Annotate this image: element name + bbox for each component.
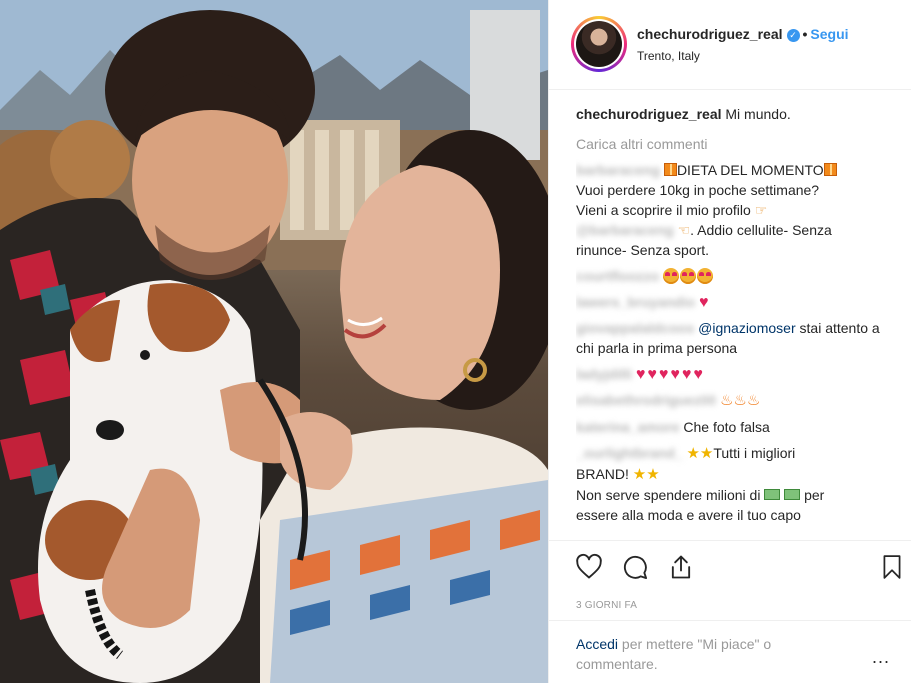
- comment-icon[interactable]: [621, 553, 649, 581]
- gift-emoji-icon: [823, 163, 837, 176]
- caption-text: Mi mundo.: [725, 106, 791, 122]
- bookmark-icon[interactable]: [879, 553, 905, 581]
- post-photo-illustration: [0, 0, 548, 683]
- comment-username[interactable]: elisabethrodriguez00: [576, 392, 716, 408]
- comment-text: Che foto falsa: [683, 419, 770, 435]
- comment-username[interactable]: giovappalaldcoos: [576, 320, 694, 336]
- fire-emoji-icon: ♨: [746, 392, 761, 409]
- comment-username[interactable]: courtfloozzo: [576, 268, 659, 284]
- login-link[interactable]: Accedi: [576, 636, 618, 652]
- heart-icon[interactable]: [575, 553, 603, 581]
- comment-mention[interactable]: @barbaraceng: [576, 222, 674, 238]
- heart-eyes-emoji-icon: [663, 268, 680, 284]
- heart-eyes-emoji-icon: [697, 268, 714, 284]
- comment-item: _ourlightbrand_ ★★Tutti i migliori BRAND…: [576, 443, 891, 525]
- heart-emoji-icon: ♥: [670, 366, 680, 383]
- comments-list[interactable]: chechurodriguez_real Mi mundo. Carica al…: [576, 104, 891, 540]
- heart-emoji-icon: ♥: [647, 366, 657, 383]
- comment-text: Vieni a scoprire il mio profilo: [576, 202, 751, 218]
- follow-button[interactable]: Segui: [810, 26, 848, 42]
- comment-mention[interactable]: @ignaziomoser: [698, 320, 795, 336]
- comment-item: katerina_amore Che foto falsa: [576, 417, 891, 437]
- comment-username[interactable]: _ourlightbrand_: [576, 445, 683, 461]
- comment-text: Tutti i migliori: [713, 445, 796, 461]
- fire-emoji-icon: ♨: [733, 392, 747, 409]
- post-photo[interactable]: [0, 0, 548, 683]
- comment-text: Vuoi perdere 10kg in poche settimane?: [576, 182, 820, 198]
- heart-emoji-icon: ♥: [681, 366, 692, 383]
- caption-username[interactable]: chechurodriguez_real: [576, 106, 722, 122]
- comment-item: giovappalaldcoos @ignaziomoser stai atte…: [576, 318, 891, 358]
- money-emoji-icon: [784, 489, 801, 500]
- comment-text: essere alla moda e avere il tuo capo: [576, 507, 801, 523]
- share-icon[interactable]: [667, 553, 695, 581]
- fire-emoji-icon: ♨: [719, 392, 734, 409]
- comment-text: BRAND!: [576, 466, 629, 482]
- post-location[interactable]: Trento, Italy: [637, 49, 700, 63]
- post-date[interactable]: 3 GIORNI FA: [576, 600, 637, 611]
- avatar[interactable]: [571, 16, 627, 72]
- avatar-image: [576, 21, 622, 67]
- comment-item: barbaraceng DIETA DEL MOMENTO Vuoi perde…: [576, 160, 891, 260]
- separator-dot: •: [802, 26, 808, 42]
- login-prompt: Accedi per mettere "Mi piace" o commenta…: [576, 634, 836, 674]
- author-username[interactable]: chechurodriguez_real: [637, 26, 783, 42]
- post-header: chechurodriguez_real ✓ • Segui Trento, Ital…: [549, 0, 911, 90]
- comment-item: ladyjdilli ♥ ♥ ♥ ♥ ♥ ♥: [576, 364, 891, 384]
- comment-text: per: [804, 487, 825, 503]
- avatar-frame: [574, 19, 624, 69]
- post-author-row: chechurodriguez_real ✓ • Segui: [637, 26, 849, 42]
- money-emoji-icon: [764, 489, 781, 500]
- login-prompt-bar: Accedi per mettere "Mi piace" o commenta…: [549, 620, 911, 683]
- comment-item: lawers_bruyandio ♥: [576, 292, 891, 312]
- heart-emoji-icon: ♥: [658, 366, 669, 383]
- comment-username[interactable]: ladyjdilli: [576, 366, 632, 382]
- star-emoji-icon: ★: [699, 445, 714, 462]
- pointing-hand-emoji-icon: ☞: [754, 202, 768, 218]
- comment-username[interactable]: barbaraceng: [576, 162, 660, 178]
- verified-badge-icon: ✓: [786, 29, 800, 42]
- star-emoji-icon: ★: [632, 466, 647, 483]
- comment-item: courtfloozzo: [576, 266, 891, 286]
- comment-text: . Addio cellulite- Senza: [690, 222, 832, 238]
- star-emoji-icon: ★: [646, 466, 660, 483]
- comment-text: Non serve spendere milioni di: [576, 487, 761, 503]
- comment-username[interactable]: katerina_amore: [576, 419, 680, 435]
- heart-emoji-icon: ♥: [693, 366, 703, 383]
- star-emoji-icon: ★: [686, 445, 700, 462]
- post-side-panel: chechurodriguez_real ✓ • Segui Trento, Ital…: [548, 0, 911, 683]
- heart-emoji-icon: ♥: [698, 294, 709, 311]
- comment-username[interactable]: lawers_bruyandio: [576, 294, 695, 310]
- heart-emoji-icon: ♥: [635, 366, 646, 383]
- heart-eyes-emoji-icon: [680, 268, 697, 284]
- pointing-hand-emoji-icon: ☜: [677, 222, 691, 238]
- gift-emoji-icon: [663, 163, 677, 176]
- comment-text: rinunce- Senza sport.: [576, 242, 710, 258]
- caption: chechurodriguez_real Mi mundo.: [576, 104, 891, 124]
- post-actions-bar: [549, 540, 911, 596]
- load-more-comments-button[interactable]: Carica altri commenti: [576, 134, 891, 154]
- comment-text: DIETA DEL MOMENTO: [676, 162, 824, 178]
- more-options-button[interactable]: ...: [872, 647, 890, 668]
- comment-item: elisabethrodriguez00 ♨♨♨: [576, 390, 891, 411]
